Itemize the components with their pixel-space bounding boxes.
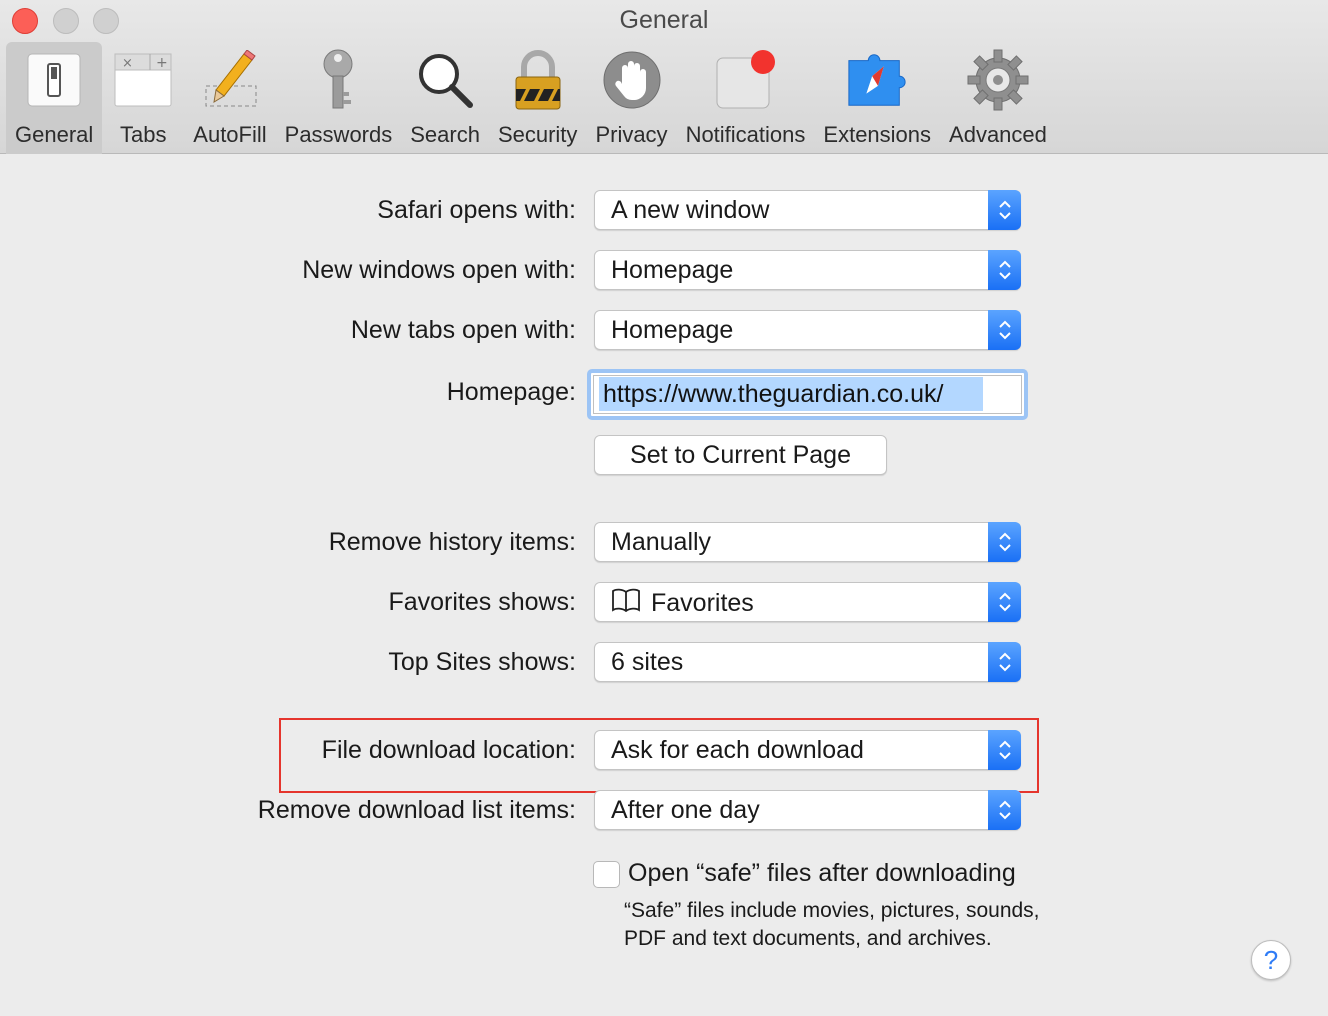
tab-label: Extensions	[823, 122, 932, 147]
padlock-icon	[506, 48, 570, 112]
tab-general[interactable]: General	[6, 42, 103, 154]
popup-value: Favorites	[611, 588, 754, 619]
row-new-tabs-open-with: New tabs open with: Homepage	[0, 310, 1328, 350]
updown-arrows-icon	[988, 190, 1021, 230]
updown-arrows-icon	[988, 250, 1021, 290]
tab-notifications[interactable]: Notifications	[677, 42, 815, 154]
tab-tabs[interactable]: × + Tabs	[102, 42, 184, 154]
popup-value: Homepage	[611, 256, 734, 284]
tab-label: Security	[497, 122, 578, 147]
row-safari-opens-with: Safari opens with: A new window	[0, 190, 1328, 230]
general-switch-icon	[22, 48, 86, 112]
tab-label: Privacy	[595, 122, 668, 147]
tabs-icon: × +	[111, 48, 175, 112]
favorites-shows-popup[interactable]: Favorites	[594, 582, 1021, 622]
new-tabs-open-with-popup[interactable]: Homepage	[594, 310, 1021, 350]
updown-arrows-icon	[988, 642, 1021, 682]
row-remove-download-list-items: Remove download list items: After one da…	[0, 790, 1328, 830]
remove-history-items-label: Remove history items:	[328, 528, 576, 556]
favorites-shows-value: Favorites	[651, 589, 754, 617]
top-sites-shows-label: Top Sites shows:	[388, 648, 576, 676]
tab-security[interactable]: Security	[489, 42, 586, 154]
favorites-shows-label: Favorites shows:	[388, 588, 576, 616]
tab-extensions[interactable]: Extensions	[814, 42, 940, 154]
tab-label: Notifications	[685, 122, 806, 147]
compass-puzzle-icon	[845, 48, 909, 112]
tab-label: General	[15, 122, 94, 147]
svg-text:×: ×	[122, 56, 133, 71]
hand-icon	[600, 48, 664, 112]
tab-label: Passwords	[284, 122, 393, 147]
homepage-field[interactable]	[587, 369, 1028, 420]
updown-arrows-icon	[988, 790, 1021, 830]
popup-value: A new window	[611, 196, 770, 224]
remove-history-items-popup[interactable]: Manually	[594, 522, 1021, 562]
window-title: General	[619, 6, 709, 34]
popup-value: Homepage	[611, 316, 734, 344]
book-icon	[611, 588, 641, 619]
tab-label: Tabs	[120, 122, 167, 147]
tab-privacy[interactable]: Privacy	[586, 42, 676, 154]
new-tabs-open-with-label: New tabs open with:	[350, 316, 576, 344]
new-windows-open-with-popup[interactable]: Homepage	[594, 250, 1021, 290]
open-safe-files-label[interactable]: Open “safe” files after downloading	[628, 859, 1016, 888]
tab-label: Advanced	[949, 122, 1047, 147]
safari-opens-with-popup[interactable]: A new window	[594, 190, 1021, 230]
safari-opens-with-label: Safari opens with:	[377, 196, 576, 224]
updown-arrows-icon	[988, 730, 1021, 770]
tab-passwords[interactable]: Passwords	[276, 42, 402, 154]
preferences-toolbar: General × + Tabs AutoFill Passwords Sear…	[6, 42, 1056, 154]
row-favorites-shows: Favorites shows: Favorites	[0, 582, 1328, 622]
set-to-current-page-button[interactable]: Set to Current Page	[594, 435, 887, 475]
new-windows-open-with-label: New windows open with:	[302, 256, 576, 284]
row-file-download-location: File download location: Ask for each dow…	[0, 730, 1328, 770]
pencil-icon	[198, 48, 262, 112]
row-remove-history-items: Remove history items: Manually	[0, 522, 1328, 562]
svg-text:+: +	[156, 55, 168, 71]
key-icon	[306, 48, 370, 112]
tab-autofill[interactable]: AutoFill	[184, 42, 275, 154]
file-download-location-label: File download location:	[321, 736, 576, 764]
popup-value: After one day	[611, 796, 760, 824]
window-titlebar: General General × + Tabs AutoFill Passwo…	[0, 0, 1328, 154]
updown-arrows-icon	[988, 310, 1021, 350]
remove-download-list-items-popup[interactable]: After one day	[594, 790, 1021, 830]
updown-arrows-icon	[988, 582, 1021, 622]
popup-value: Manually	[611, 528, 712, 556]
top-sites-shows-popup[interactable]: 6 sites	[594, 642, 1021, 682]
popup-value: Ask for each download	[611, 736, 864, 764]
tab-label: Search	[410, 122, 480, 147]
row-top-sites-shows: Top Sites shows: 6 sites	[0, 642, 1328, 682]
remove-download-list-items-label: Remove download list items:	[257, 796, 576, 824]
file-download-location-popup[interactable]: Ask for each download	[594, 730, 1021, 770]
popup-value: 6 sites	[611, 648, 684, 676]
tab-search[interactable]: Search	[401, 42, 489, 154]
safe-files-hint: “Safe” files include movies, pictures, s…	[624, 899, 1040, 950]
notification-badge-icon	[713, 48, 777, 112]
magnifier-icon	[413, 48, 477, 112]
homepage-label: Homepage:	[446, 378, 576, 406]
updown-arrows-icon	[988, 522, 1021, 562]
tab-advanced[interactable]: Advanced	[940, 42, 1056, 154]
homepage-input[interactable]	[599, 377, 983, 411]
gear-icon	[966, 48, 1030, 112]
tab-label: AutoFill	[193, 122, 267, 147]
help-button[interactable]: ?	[1251, 940, 1291, 980]
row-new-windows-open-with: New windows open with: Homepage	[0, 250, 1328, 290]
open-safe-files-checkbox[interactable]	[593, 861, 620, 888]
